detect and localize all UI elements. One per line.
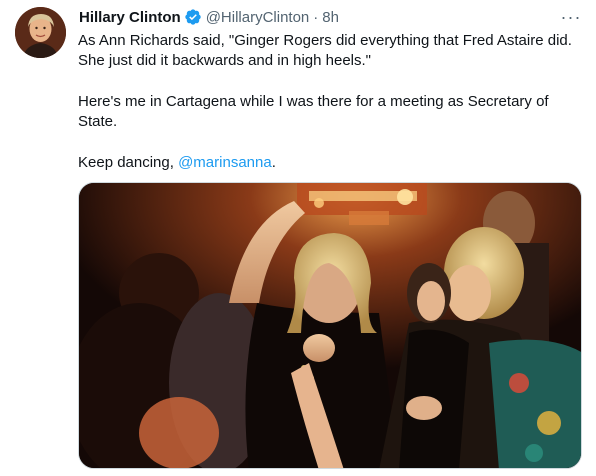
verified-badge-icon [184,8,202,26]
closing-period: . [271,153,276,171]
photo-dancing-cartagena-icon [79,183,581,468]
avatar-photo-icon [15,7,66,58]
closing-text: Keep dancing, [78,153,179,171]
tweet-header: Hillary Clinton @HillaryClinton · 8h [79,6,339,28]
author-handle[interactable]: @HillaryClinton [206,9,310,26]
avatar[interactable] [15,7,66,58]
timestamp[interactable]: 8h [322,9,339,26]
tweet-text: As Ann Richards said, "Ginger Rogers did… [78,31,584,173]
tweet-card[interactable]: Hillary Clinton @HillaryClinton · 8h ···… [0,0,596,476]
author-name[interactable]: Hillary Clinton [79,9,181,26]
mention-link[interactable]: @marinsanna [178,154,272,171]
more-icon[interactable]: ··· [560,6,582,28]
tweet-line: Here's me in Cartagena while I was there… [78,92,549,110]
tweet-line-closing: Keep dancing, @marinsanna. [78,153,584,173]
tweet-line: She just did it backwards and in high he… [78,52,371,70]
tweet-photo[interactable] [78,182,582,469]
separator-dot: · [313,8,319,26]
tweet-line: State. [78,113,118,131]
tweet-line: As Ann Richards said, "Ginger Rogers did… [78,32,572,49]
